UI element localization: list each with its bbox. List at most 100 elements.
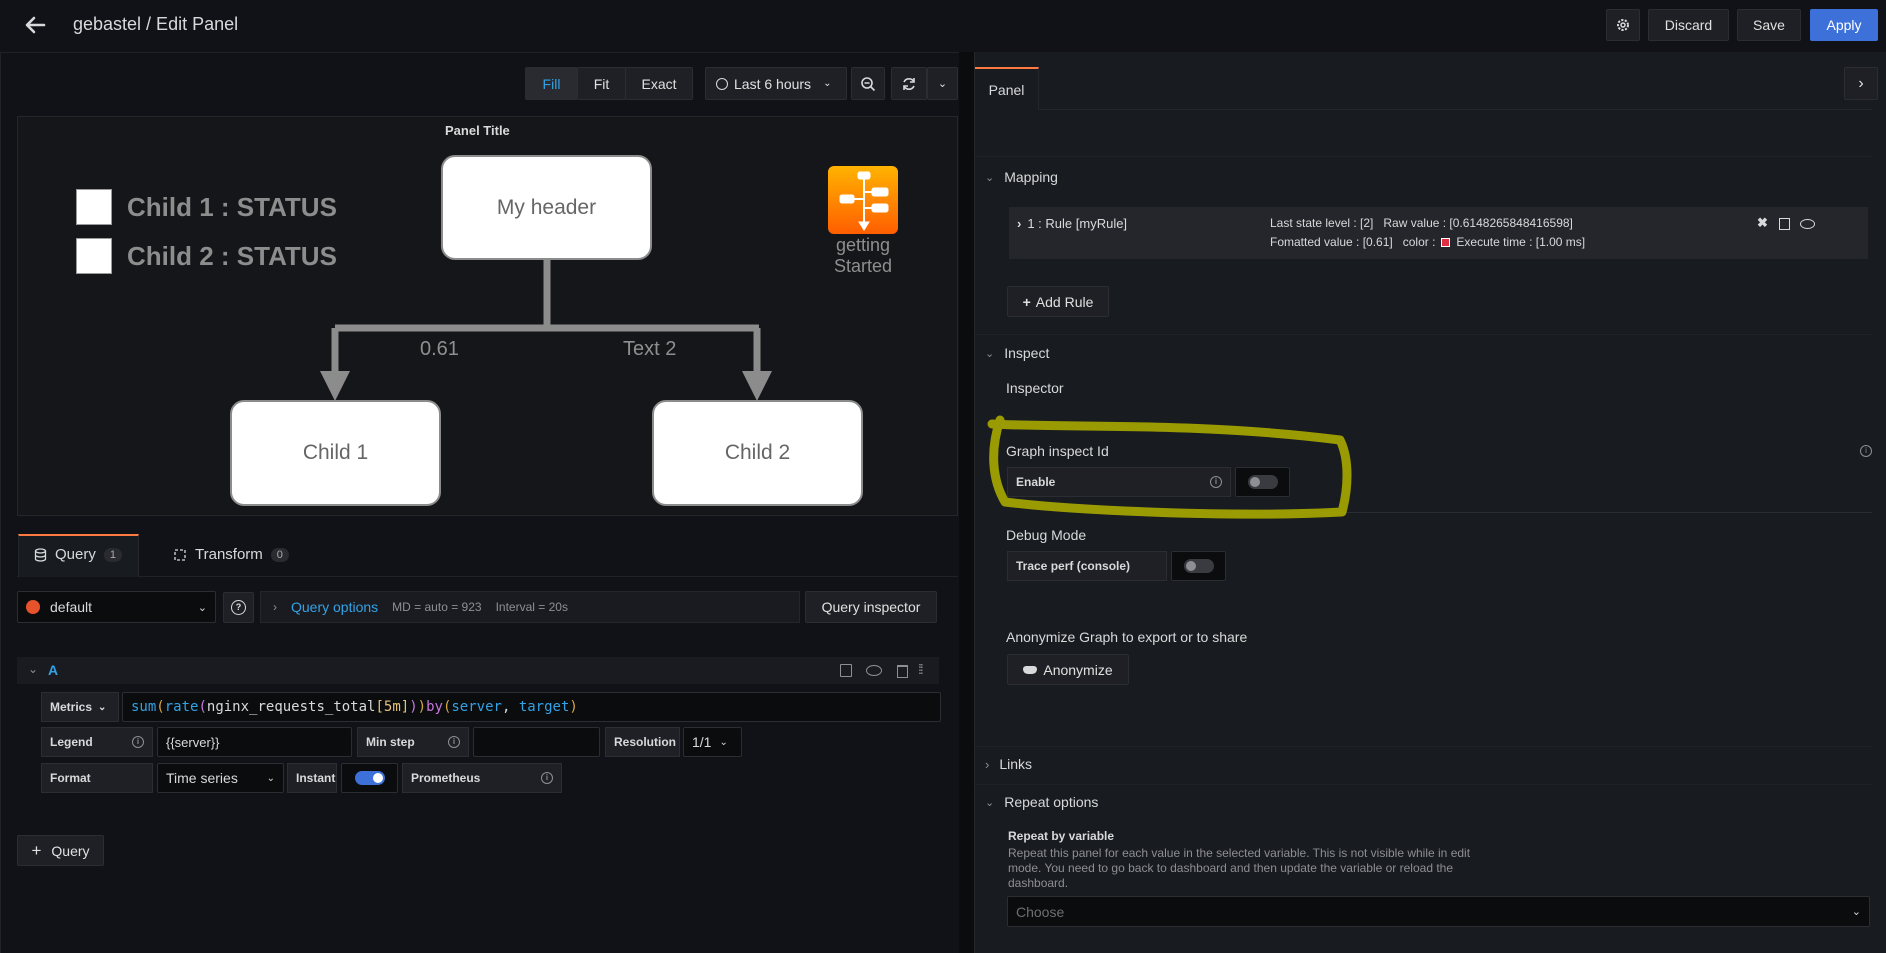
delete-query-trash-icon[interactable] — [897, 665, 908, 678]
highlight-annotation — [987, 415, 1352, 519]
section-inspect-title: Inspect — [1004, 345, 1050, 361]
expr-by: by — [426, 699, 443, 715]
info-icon[interactable]: i — [1860, 445, 1872, 457]
expr-label-target: target — [518, 699, 570, 715]
mapping-rule-name-text: 1 : Rule [myRule] — [1027, 216, 1128, 231]
duplicate-query-icon[interactable] — [840, 664, 852, 677]
section-repeat-header[interactable]: ⌄ Repeat options — [985, 794, 1098, 810]
child2-node[interactable]: Child 2 — [652, 400, 863, 506]
child1-node[interactable]: Child 1 — [230, 400, 441, 506]
min-step-label: Min step i — [357, 727, 469, 757]
metrics-expression-input[interactable]: sum(rate(nginx_requests_total[5m])) by (… — [122, 692, 941, 722]
expr-label-server: server — [451, 699, 502, 715]
mapping-rule-line1: Last state level : [2] Raw value : [0.61… — [1270, 216, 1573, 230]
chevron-down-icon: ⌄ — [98, 701, 107, 713]
instant-toggle-box — [341, 763, 398, 793]
section-divider — [974, 784, 1872, 785]
refresh-button[interactable] — [891, 67, 927, 100]
query-options-interval: Interval = 20s — [495, 600, 568, 614]
mapping-rule-name[interactable]: › 1 : Rule [myRule] — [1017, 216, 1127, 231]
instant-toggle[interactable] — [355, 771, 385, 785]
help-icon: ? — [231, 600, 246, 615]
add-query-label: Query — [51, 842, 90, 859]
collapse-options-button[interactable]: › — [1844, 67, 1878, 100]
query-options-bar[interactable]: › Query options MD = auto = 923 Interval… — [260, 591, 800, 623]
duplicate-rule-icon[interactable] — [1779, 218, 1790, 230]
collapse-chevron-icon[interactable]: ⌄ — [28, 662, 38, 676]
debug-mode-label: Debug Mode — [1006, 527, 1087, 543]
legend-input[interactable]: {{server}} — [157, 727, 352, 757]
datasource-help-button[interactable]: ? — [223, 592, 254, 623]
prometheus-icon — [26, 600, 40, 614]
resolution-label: Resolution — [605, 727, 680, 757]
left-pane-edge — [0, 52, 1, 953]
save-button[interactable]: Save — [1737, 9, 1801, 41]
info-icon[interactable]: i — [448, 736, 460, 748]
expr-paren: ) — [409, 699, 418, 715]
mask-icon — [1023, 665, 1038, 674]
format-select[interactable]: Time series ⌄ — [157, 763, 284, 793]
query-ref-id[interactable]: A — [48, 662, 58, 678]
preview-rule-eye-icon[interactable] — [1800, 219, 1815, 229]
section-mapping-header[interactable]: ⌄ Mapping — [985, 169, 1058, 185]
expr-range: 5m — [383, 699, 401, 715]
discard-button[interactable]: Discard — [1648, 9, 1729, 41]
expr-func-sum: sum — [131, 699, 157, 715]
add-query-button[interactable]: + Query — [17, 835, 104, 866]
getting-started-logo-icon[interactable] — [828, 166, 898, 234]
instant-label: Instant — [287, 763, 337, 793]
fill-button[interactable]: Fill — [525, 67, 578, 100]
format-value: Time series — [166, 770, 238, 786]
expr-metric: nginx_requests_total — [206, 699, 376, 715]
repeat-variable-select[interactable]: Choose ⌄ — [1007, 896, 1870, 927]
min-step-input[interactable] — [473, 727, 600, 757]
chevron-down-icon: ⌄ — [823, 78, 832, 89]
drag-handle-icon[interactable]: ⁞⁞ — [918, 661, 924, 677]
resolution-select[interactable]: 1/1 ⌄ — [683, 727, 742, 757]
refresh-interval-dropdown[interactable]: ⌄ — [927, 67, 958, 100]
back-arrow-icon[interactable] — [22, 12, 48, 38]
datasource-picker[interactable]: default ⌄ — [17, 591, 216, 623]
pane-splitter[interactable] — [959, 52, 974, 953]
tab-query[interactable]: Query 1 — [34, 546, 122, 563]
tab-panel-label: Panel — [988, 81, 1025, 98]
chevron-right-icon: › — [1858, 74, 1864, 92]
query-options-label[interactable]: Query options — [291, 599, 378, 615]
tab-transform-label: Transform — [195, 546, 263, 563]
apply-button[interactable]: Apply — [1810, 9, 1878, 41]
chevron-down-icon: ⌄ — [266, 772, 275, 784]
info-icon[interactable]: i — [541, 772, 553, 784]
prometheus-label: Prometheus i — [402, 763, 562, 793]
chevron-down-icon: ⌄ — [985, 171, 995, 184]
add-rule-button[interactable]: + Add Rule — [1007, 286, 1109, 317]
exact-button[interactable]: Exact — [625, 67, 693, 100]
anonymize-button[interactable]: Anonymize — [1007, 654, 1129, 685]
rule-color-swatch — [1441, 237, 1451, 247]
fit-button[interactable]: Fit — [577, 67, 626, 100]
tab-query-label: Query — [55, 546, 96, 563]
tab-transform[interactable]: Transform 0 — [173, 546, 289, 563]
transform-icon — [174, 548, 186, 561]
status-box-2 — [76, 238, 112, 274]
query-tabs-divider — [17, 576, 958, 577]
query-inspector-button[interactable]: Query inspector — [805, 591, 937, 623]
metrics-label[interactable]: Metrics ⌄ — [41, 692, 119, 722]
tab-panel[interactable]: Panel — [975, 67, 1039, 110]
zoom-out-button[interactable] — [851, 67, 885, 100]
time-range-picker[interactable]: Last 6 hours ⌄ — [705, 67, 847, 100]
info-icon[interactable]: i — [132, 736, 144, 748]
toggle-visibility-eye-icon[interactable] — [866, 665, 882, 676]
section-inspect-header[interactable]: ⌄ Inspect — [985, 345, 1049, 361]
anonymize-button-label: Anonymize — [1043, 661, 1113, 678]
page-title: gebastel / Edit Panel — [73, 14, 239, 34]
section-links-header[interactable]: › Links — [985, 756, 1032, 772]
trace-perf-label: Trace perf (console) — [1007, 551, 1167, 581]
remove-rule-icon[interactable]: ✖ — [1757, 215, 1768, 231]
chevron-right-icon: › — [273, 600, 277, 614]
trace-perf-toggle[interactable] — [1184, 559, 1214, 573]
chevron-down-icon: ⌄ — [1851, 906, 1861, 918]
link-label-1: 0.61 — [420, 338, 459, 360]
header-node[interactable]: My header — [441, 155, 652, 260]
chevron-down-icon: ⌄ — [985, 347, 995, 360]
settings-gear-button[interactable] — [1606, 9, 1640, 41]
